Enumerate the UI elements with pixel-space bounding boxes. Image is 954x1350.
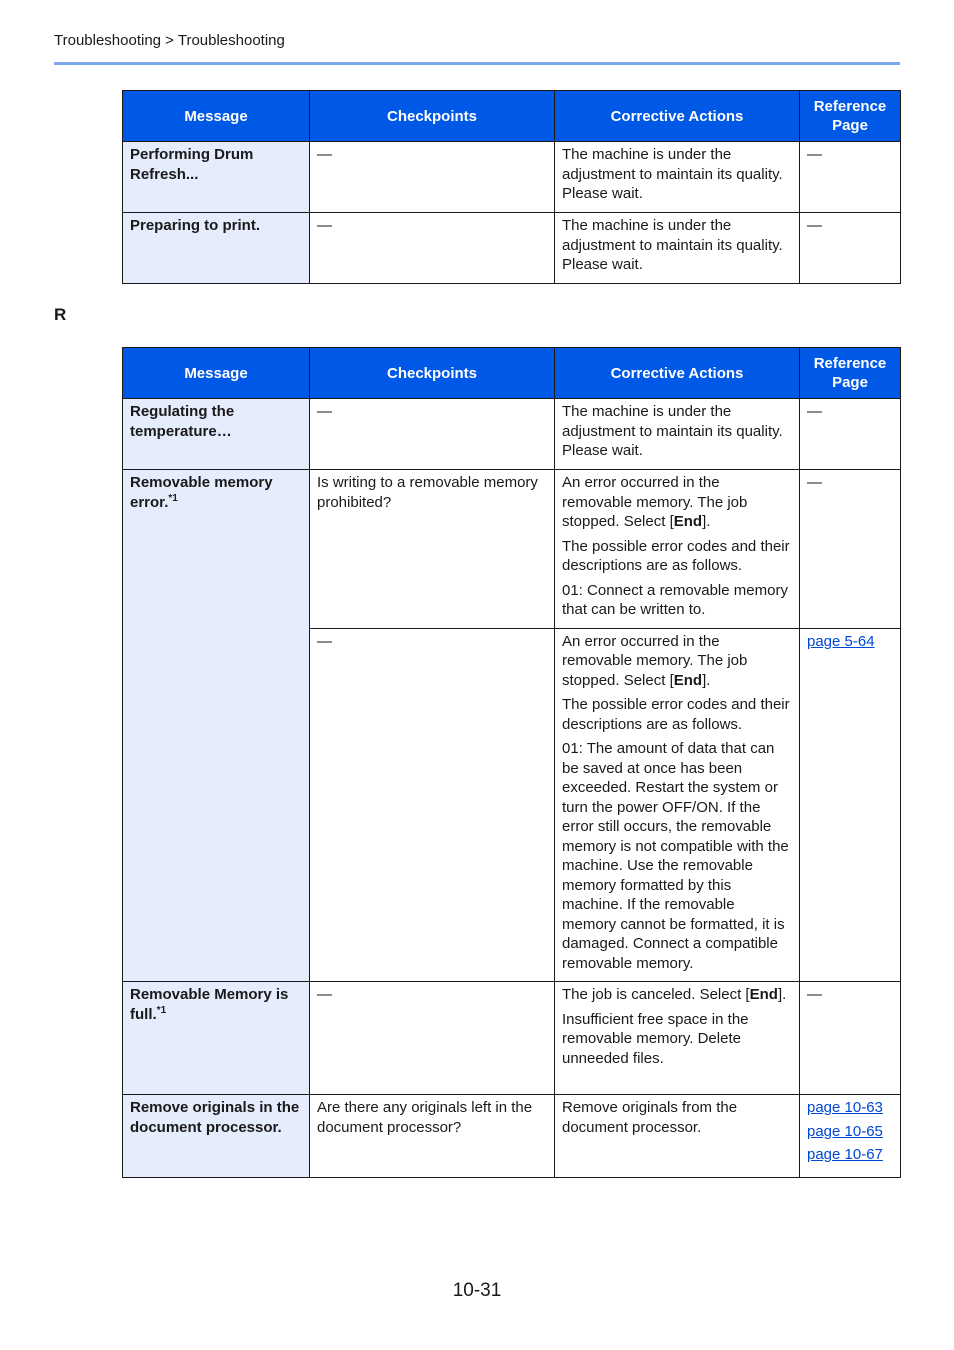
page-number: 10-31 xyxy=(452,1280,502,1301)
checkpoint-cell: — xyxy=(309,141,555,213)
end-key-label: End xyxy=(673,513,703,530)
message-cell: Remove originals in the document process… xyxy=(122,1094,310,1178)
reference-link[interactable]: page 10-63 xyxy=(807,1098,893,1118)
corrective-action-cell: The job is canceled. Select [End]. Insuf… xyxy=(554,981,800,1095)
message-cell: Performing Drum Refresh... xyxy=(122,141,310,213)
breadcrumb: Troubleshooting > Troubleshooting xyxy=(54,32,285,49)
table-row: Removable memory error.*1 Is writing to … xyxy=(122,469,901,982)
reference-cell: page 5-64 xyxy=(799,627,901,982)
column-header-reference-page: Reference Page xyxy=(799,90,901,142)
messages-table-p: Message Checkpoints Corrective Actions R… xyxy=(122,90,901,284)
action-paragraph: 01: Connect a removable memory that can … xyxy=(562,581,788,619)
action-text: ]. xyxy=(777,986,787,1003)
corrective-action-cell: The machine is under the adjustment to m… xyxy=(554,212,800,284)
checkpoint-cell: — xyxy=(309,627,555,982)
reference-cell: — xyxy=(799,141,901,213)
table-header-row: Message Checkpoints Corrective Actions R… xyxy=(122,347,901,399)
column-header-message: Message xyxy=(122,90,310,142)
end-key-label: End xyxy=(673,671,703,689)
action-text: ]. xyxy=(702,513,711,530)
action-paragraph: An error occurred in the removable memor… xyxy=(562,473,792,532)
action-paragraph: Insufficient free space in the removable… xyxy=(562,1010,749,1067)
corrective-action-cell: Remove originals from the document proce… xyxy=(554,1094,800,1178)
reference-cell: — xyxy=(799,981,901,1095)
column-header-corrective-actions: Corrective Actions xyxy=(554,90,800,142)
message-cell: Removable memory error.*1 xyxy=(122,469,310,982)
checkpoint-cell: Is writing to a removable memory prohibi… xyxy=(309,469,555,629)
corrective-action-cell: The machine is under the adjustment to m… xyxy=(554,398,800,470)
corrective-action-cell: An error occurred in the removable memor… xyxy=(554,627,800,982)
footnote-marker: *1 xyxy=(168,492,178,504)
checkpoint-cell: Are there any originals left in the docu… xyxy=(309,1094,555,1178)
action-paragraph: 01: The amount of data that can be saved… xyxy=(562,740,789,972)
table-row: Remove originals in the document process… xyxy=(122,1094,901,1178)
table-header-row: Message Checkpoints Corrective Actions R… xyxy=(122,90,901,142)
reference-link[interactable]: page 10-65 xyxy=(807,1122,893,1142)
reference-cell: — xyxy=(799,469,901,629)
action-paragraph: The possible error codes and their descr… xyxy=(562,537,790,575)
column-header-reference-page: Reference Page xyxy=(799,347,901,399)
column-header-message: Message xyxy=(122,347,310,399)
checkpoint-cell: — xyxy=(309,981,555,1095)
message-text: Removable Memory is full. xyxy=(130,986,289,1023)
action-paragraph: An error occurred in the removable memor… xyxy=(562,632,792,691)
reference-link[interactable]: page 10-67 xyxy=(807,1145,893,1165)
checkpoint-cell: — xyxy=(309,212,555,284)
header-rule xyxy=(54,62,900,65)
reference-cell: — xyxy=(799,212,901,284)
action-paragraph: The job is canceled. Select [End]. xyxy=(562,985,792,1005)
footnote-marker: *1 xyxy=(156,1004,167,1016)
checkpoint-cell: — xyxy=(309,398,555,470)
column-header-checkpoints: Checkpoints xyxy=(309,90,555,142)
end-key-label: End xyxy=(749,986,778,1003)
action-text: An error occurred in the removable memor… xyxy=(562,632,748,689)
action-text: ]. xyxy=(702,671,711,689)
column-header-corrective-actions: Corrective Actions xyxy=(554,347,800,399)
column-header-checkpoints: Checkpoints xyxy=(309,347,555,399)
reference-cell: page 10-63 page 10-65 page 10-67 xyxy=(799,1094,901,1178)
message-text: Removable memory error. xyxy=(130,474,273,511)
section-letter: R xyxy=(54,305,67,324)
corrective-action-cell: An error occurred in the removable memor… xyxy=(554,469,800,629)
table-row: Preparing to print. — The machine is und… xyxy=(122,212,901,284)
reference-link[interactable]: page 5-64 xyxy=(807,632,893,652)
action-text: The job is canceled. Select [ xyxy=(562,986,750,1003)
message-cell: Preparing to print. xyxy=(122,212,310,284)
action-paragraph: The possible error codes and their descr… xyxy=(562,696,790,733)
table-row: Regulating the temperature… — The machin… xyxy=(122,398,901,470)
message-cell: Regulating the temperature… xyxy=(122,398,310,470)
table-row: Performing Drum Refresh... — The machine… xyxy=(122,141,901,213)
corrective-action-cell: The machine is under the adjustment to m… xyxy=(554,141,800,213)
messages-table-r: Message Checkpoints Corrective Actions R… xyxy=(122,347,901,1178)
action-text: An error occurred in the removable memor… xyxy=(562,474,748,530)
reference-cell: — xyxy=(799,398,901,470)
table-row: Removable Memory is full.*1 — The job is… xyxy=(122,981,901,1095)
message-cell: Removable Memory is full.*1 xyxy=(122,981,310,1095)
